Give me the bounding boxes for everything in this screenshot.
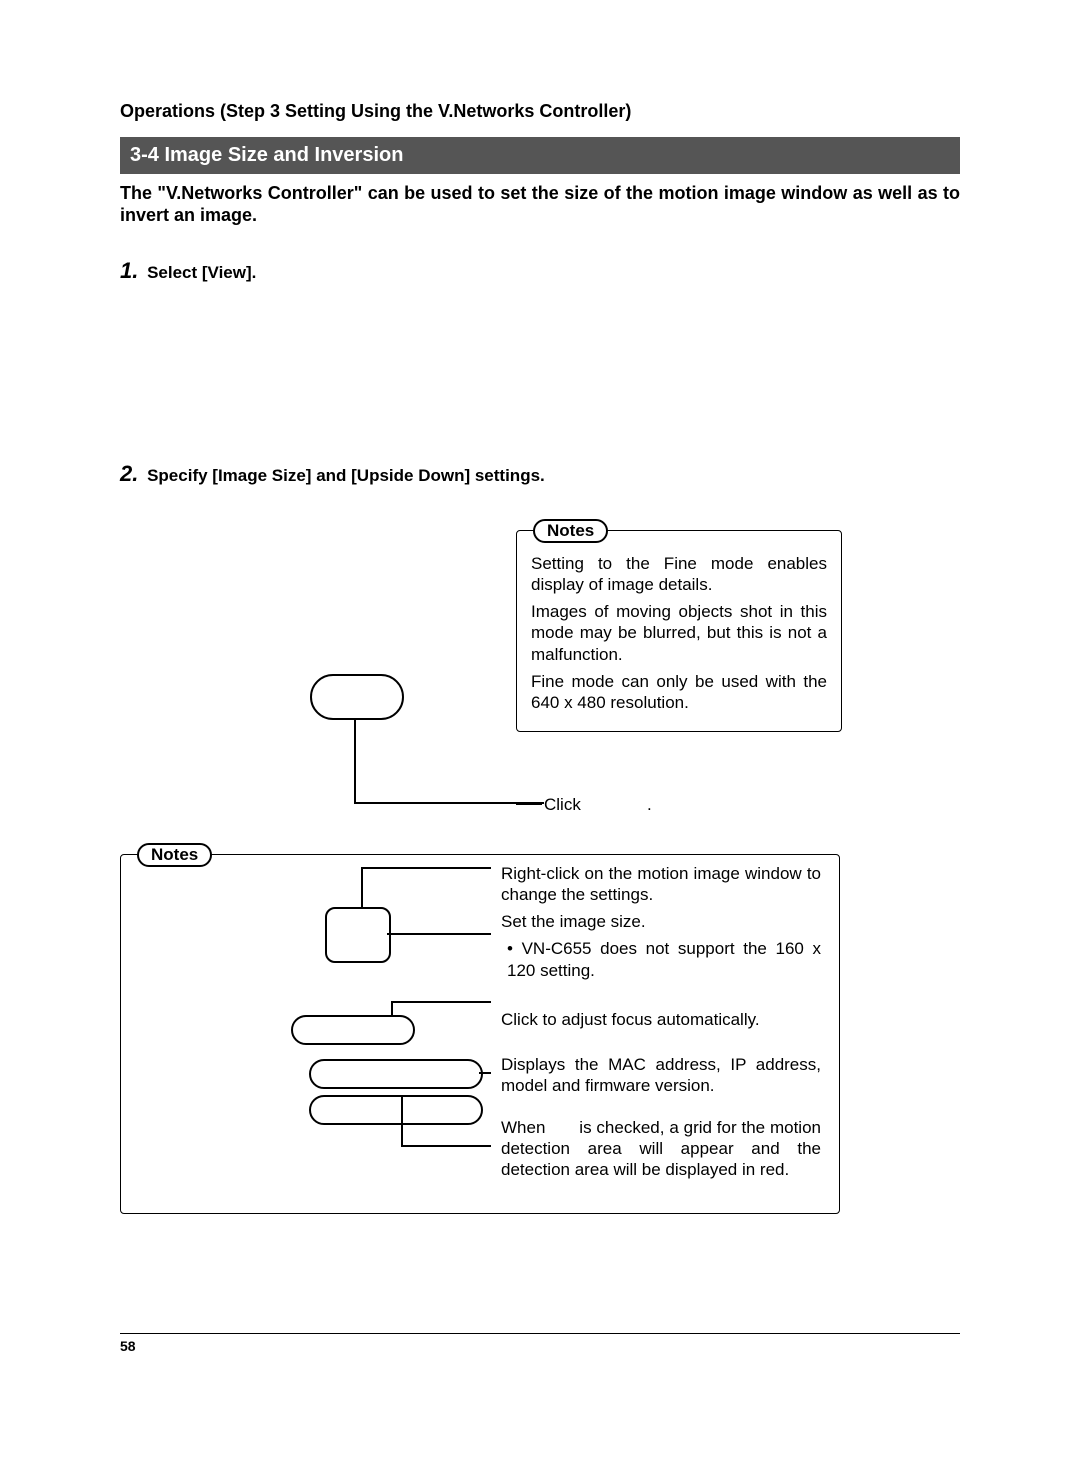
chapter-heading: Operations (Step 3 Setting Using the V.N… bbox=[120, 100, 960, 123]
notes-controls-grid: When is checked, a grid for the motion d… bbox=[501, 1117, 821, 1181]
step-1-text: Select [View]. bbox=[142, 263, 256, 282]
step-2: 2. Specify [Image Size] and [Upside Down… bbox=[120, 460, 960, 488]
intro-text: The "V.Networks Controller" can be used … bbox=[120, 182, 960, 227]
step-2-text: Specify [Image Size] and [Upside Down] s… bbox=[142, 466, 544, 485]
notes-box-controls: Notes Right-click on the motion image wi… bbox=[120, 854, 840, 1214]
page-footer: 58 bbox=[120, 1333, 960, 1356]
notes-fine-p1: Setting to the Fine mode enables display… bbox=[531, 553, 827, 596]
notes-controls-focus: Click to adjust focus automatically. bbox=[501, 1009, 821, 1030]
notes-tag-2: Notes bbox=[137, 843, 212, 867]
notes-controls-p1: Right-click on the motion image window t… bbox=[501, 863, 821, 906]
notes-fine-p3: Fine mode can only be used with the 640 … bbox=[531, 671, 827, 714]
click-label: Click . bbox=[544, 794, 652, 815]
notes-controls-mac: Displays the MAC address, IP address, mo… bbox=[501, 1054, 821, 1097]
callout-shape-fine bbox=[310, 674, 404, 720]
notes-box-fine: Notes Setting to the Fine mode enables d… bbox=[516, 530, 842, 733]
notes-controls-p2: Set the image size. bbox=[501, 911, 821, 932]
notes-controls-bullet: • VN-C655 does not support the 160 x 120… bbox=[501, 938, 821, 981]
step-2-number: 2. bbox=[120, 461, 138, 486]
section-heading: 3-4 Image Size and Inversion bbox=[120, 137, 960, 174]
callout-shape-size bbox=[325, 907, 391, 963]
page-number: 58 bbox=[120, 1338, 136, 1354]
callout-shape-autofocus bbox=[291, 1015, 415, 1045]
callout-shape-info-2 bbox=[309, 1095, 483, 1125]
notes-tag: Notes bbox=[533, 519, 608, 543]
step-1: 1. Select [View]. bbox=[120, 257, 960, 285]
callout-shape-info-1 bbox=[309, 1059, 483, 1089]
step-1-number: 1. bbox=[120, 258, 138, 283]
notes-fine-p2: Images of moving objects shot in this mo… bbox=[531, 601, 827, 665]
